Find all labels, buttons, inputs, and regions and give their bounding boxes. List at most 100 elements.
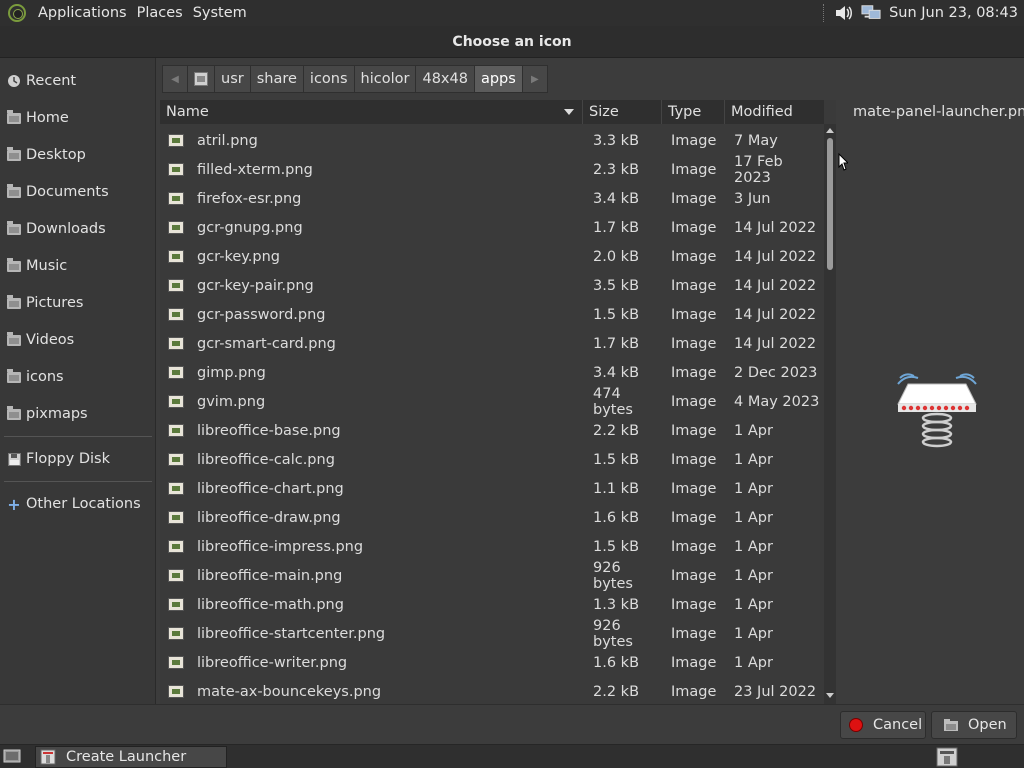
scroll-down-icon[interactable] [826,693,834,698]
workspace-switcher-icon[interactable] [936,747,958,767]
sidebar-item-icons[interactable]: icons [0,362,156,392]
file-modified: 2 Dec 2023 [734,364,818,381]
table-row[interactable]: libreoffice-draw.png 1.6 kB Image 1 Apr [160,503,824,532]
volume-icon[interactable] [833,4,853,22]
image-file-icon [168,134,184,147]
image-file-icon [168,279,184,292]
sidebar-item-home[interactable]: Home [0,103,156,133]
menu-applications[interactable]: Applications [34,5,131,21]
file-modified: 1 Apr [734,480,773,497]
table-row[interactable]: gcr-key.png 2.0 kB Image 14 Jul 2022 [160,242,824,271]
dialog-button-bar: Cancel Open [0,704,1024,744]
image-file-icon [168,511,184,524]
image-file-icon [168,250,184,263]
show-desktop-icon[interactable] [3,748,21,764]
cancel-button[interactable]: Cancel [840,711,926,739]
table-row[interactable]: libreoffice-main.png 926 bytes Image 1 Apr [160,560,824,592]
sidebar-item-desktop[interactable]: Desktop [0,140,156,170]
table-row[interactable]: gcr-gnupg.png 1.7 kB Image 14 Jul 2022 [160,213,824,242]
file-name-cell: libreoffice-calc.png [160,452,583,468]
sidebar-item-pixmaps[interactable]: pixmaps [0,399,156,429]
sidebar-item-label: Documents [26,184,109,200]
table-row[interactable]: gcr-key-pair.png 3.5 kB Image 14 Jul 2022 [160,271,824,300]
file-modified: 1 Apr [734,451,773,468]
file-size: 1.5 kB [593,451,640,468]
file-type: Image [671,538,717,555]
sidebar-item-pictures[interactable]: Pictures [0,288,156,318]
file-list-scrollbar[interactable] [824,124,836,704]
sidebar-item-label: icons [26,369,64,385]
column-header-modified[interactable]: Modified [725,100,824,124]
table-row[interactable]: libreoffice-writer.png 1.6 kB Image 1 Apr [160,648,824,677]
table-row[interactable]: libreoffice-chart.png 1.1 kB Image 1 Apr [160,474,824,503]
file-modified: 14 Jul 2022 [734,219,817,236]
file-modified: 1 Apr [734,422,773,439]
table-row[interactable]: libreoffice-base.png 2.2 kB Image 1 Apr [160,416,824,445]
sidebar-item-music[interactable]: Music [0,251,156,281]
file-list-header: Name Size Type Modified [160,100,824,124]
sidebar-item-recent[interactable]: Recent [0,66,156,96]
folder-icon [6,183,22,199]
scrollbar-thumb[interactable] [827,138,833,270]
path-scroll-right-button[interactable]: ▶ [521,65,548,93]
mate-logo-icon[interactable] [8,4,26,22]
image-file-icon [168,656,184,669]
table-row[interactable]: libreoffice-startcenter.png 926 bytes Imag… [160,618,824,650]
sidebar-item-documents[interactable]: Documents [0,177,156,207]
sidebar-divider [4,436,152,437]
dialog-title: Choose an icon [452,33,572,50]
path-root-button[interactable] [187,65,215,93]
file-type: Image [671,480,717,497]
file-name: libreoffice-math.png [197,596,344,613]
dialog-titlebar[interactable]: Choose an icon [0,26,1024,58]
path-crumb-share[interactable]: share [249,65,304,93]
file-name: libreoffice-calc.png [197,451,335,468]
path-crumb-hicolor[interactable]: hicolor [353,65,417,93]
file-modified: 14 Jul 2022 [734,248,817,265]
file-name: gcr-gnupg.png [197,219,303,236]
path-crumb-usr[interactable]: usr [214,65,251,93]
sidebar-item-downloads[interactable]: Downloads [0,214,156,244]
file-size: 1.6 kB [593,509,640,526]
scroll-up-icon[interactable] [826,128,834,133]
column-header-name[interactable]: Name [160,100,583,124]
sidebar-item-other-locations[interactable]: + Other Locations [0,489,156,519]
sidebar-item-label: Desktop [26,147,86,163]
menu-places[interactable]: Places [133,5,187,21]
path-crumb-icons[interactable]: icons [302,65,355,93]
path-crumb-apps[interactable]: apps [473,65,523,93]
table-row[interactable]: libreoffice-impress.png 1.5 kB Image 1 Apr [160,532,824,561]
path-scroll-left-button[interactable]: ◀ [162,65,188,93]
table-row[interactable]: filled-xterm.png 2.3 kB Image 17 Feb 2023 [160,154,824,186]
file-type: Image [671,219,717,236]
file-name: libreoffice-chart.png [197,480,344,497]
preview-pane: mate-panel-launcher.png [838,100,1024,704]
open-button[interactable]: Open [931,711,1017,739]
menu-system[interactable]: System [189,5,251,21]
task-create-launcher[interactable]: Create Launcher [35,746,227,768]
table-row[interactable]: gcr-password.png 1.5 kB Image 14 Jul 2022 [160,300,824,329]
clock[interactable]: Sun Jun 23, 08:43 [889,5,1018,21]
file-name: gcr-key.png [197,248,280,265]
network-icon[interactable] [861,4,881,22]
sidebar-item-label: Home [26,110,69,126]
table-row[interactable]: gvim.png 474 bytes Image 4 May 2023 [160,386,824,418]
file-name: gvim.png [197,393,266,410]
file-size: 1.3 kB [593,596,640,613]
column-header-type[interactable]: Type [662,100,725,124]
sidebar-item-floppy-disk[interactable]: Floppy Disk [0,444,156,474]
table-row[interactable]: libreoffice-math.png 1.3 kB Image 1 Apr [160,590,824,619]
recent-icon [6,75,22,88]
table-row[interactable]: gimp.png 3.4 kB Image 2 Dec 2023 [160,358,824,387]
path-crumb-48x48[interactable]: 48x48 [415,65,475,93]
image-file-icon [168,685,184,698]
file-name: libreoffice-base.png [197,422,341,439]
table-row[interactable]: firefox-esr.png 3.4 kB Image 3 Jun [160,184,824,213]
column-header-size[interactable]: Size [583,100,662,124]
table-row[interactable]: gcr-smart-card.png 1.7 kB Image 14 Jul 2022 [160,329,824,358]
file-size: 1.6 kB [593,654,640,671]
table-row[interactable]: atril.png 3.3 kB Image 7 May [160,126,824,155]
sidebar-item-videos[interactable]: Videos [0,325,156,355]
table-row[interactable]: mate-ax-bouncekeys.png 2.2 kB Image 23 Jul … [160,677,824,706]
table-row[interactable]: libreoffice-calc.png 1.5 kB Image 1 Apr [160,445,824,474]
